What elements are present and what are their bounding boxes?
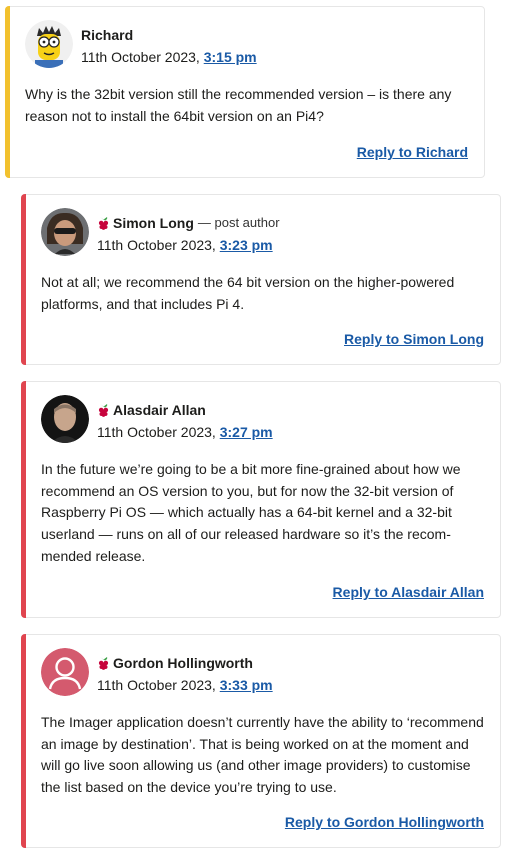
comment-body: In the future we’re going to be a bit mo…: [41, 461, 461, 564]
comment-accent-bar: [21, 194, 26, 365]
comment-time-link[interactable]: 3:23 pm: [220, 237, 273, 253]
comment-time-link[interactable]: 3:15 pm: [204, 49, 257, 65]
comment-meta: Richard 11th October 2023, 3:15 pm: [81, 24, 257, 68]
avatar[interactable]: [25, 20, 73, 68]
raspberry-pi-icon: [98, 404, 109, 417]
comment-date-text: 11th October 2023,: [81, 49, 200, 65]
raspberry-pi-icon: [98, 217, 109, 230]
comment-accent-bar: [21, 634, 26, 848]
comment-date: 11th October 2023, 3:23 pm: [97, 234, 280, 256]
comment-meta: Alasdair Allan 11th October 2023, 3:27 p…: [97, 399, 273, 443]
comment-author-name[interactable]: Gordon Hollingworth: [113, 652, 253, 674]
comment-gordon-hollingworth: Gordon Hollingworth 11th October 2023, 3…: [21, 634, 501, 848]
comment-body: Not at all; we recommend the 64 bit vers…: [41, 274, 455, 312]
reply-button[interactable]: Reply to Richard: [357, 144, 468, 160]
comment-date: 11th October 2023, 3:33 pm: [97, 674, 273, 696]
comment-date-text: 11th October 2023,: [97, 677, 216, 693]
comment-alasdair-allan: Alasdair Allan 11th October 2023, 3:27 p…: [21, 381, 501, 618]
comment-body: Why is the 32bit version still the recom…: [25, 86, 452, 124]
photo-avatar-icon: [41, 208, 89, 256]
default-user-icon: [41, 648, 89, 696]
raspberry-pi-icon: [98, 657, 109, 670]
comment-author-name[interactable]: Richard: [81, 24, 257, 46]
comment-author-name[interactable]: Alasdair Allan: [113, 399, 206, 421]
reply-button[interactable]: Reply to Simon Long: [344, 331, 484, 347]
comment-date: 11th October 2023, 3:27 pm: [97, 421, 273, 443]
photo-avatar-icon: [41, 395, 89, 443]
post-author-badge: — post author: [197, 215, 280, 230]
comment-meta: Simon Long — post author 11th October 20…: [97, 212, 280, 256]
reply-button[interactable]: Reply to Alasdair Allan: [333, 584, 484, 600]
comment-accent-bar: [21, 381, 26, 618]
comment-simon-long: Simon Long — post author 11th October 20…: [21, 194, 501, 365]
comment-date-text: 11th October 2023,: [97, 424, 216, 440]
comment-time-link[interactable]: 3:33 pm: [220, 677, 273, 693]
comment-date: 11th October 2023, 3:15 pm: [81, 46, 257, 68]
comment-author-name[interactable]: Simon Long: [113, 212, 194, 234]
reply-button[interactable]: Reply to Gordon Hollingworth: [285, 814, 484, 830]
avatar[interactable]: [41, 648, 89, 696]
comment-body: The Imager application doesn’t currently…: [41, 714, 484, 796]
avatar[interactable]: [41, 395, 89, 443]
avatar[interactable]: [41, 208, 89, 256]
cartoon-avatar-icon: [25, 20, 73, 68]
comment-date-text: 11th October 2023,: [97, 237, 216, 253]
comment-accent-bar: [5, 6, 10, 178]
comment-time-link[interactable]: 3:27 pm: [220, 424, 273, 440]
comment-richard: Richard 11th October 2023, 3:15 pm Why i…: [5, 6, 485, 178]
comment-meta: Gordon Hollingworth 11th October 2023, 3…: [97, 652, 273, 696]
